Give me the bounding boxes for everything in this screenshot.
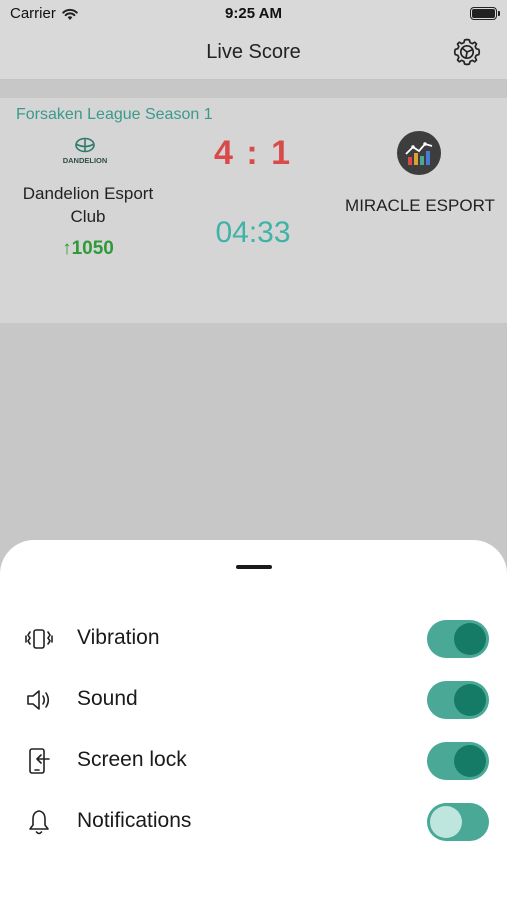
navigation-bar: Live Score [0,28,507,80]
vibration-toggle[interactable] [427,620,489,658]
settings-sheet: Vibration Sound Screen lock Notification… [0,540,507,900]
notifications-toggle[interactable] [427,803,489,841]
status-time: 9:25 AM [225,5,282,22]
screen-lock-icon [29,748,50,774]
setting-row-sound: Sound [0,675,507,725]
match-score: 4 : 1 [213,134,293,172]
league-title: Forsaken League Season 1 [16,106,213,123]
sheet-grabber[interactable] [236,565,272,569]
team-left-rank: ↑1050 [62,238,114,259]
battery-icon [470,7,500,20]
setting-row-screen-lock: Screen lock [0,736,507,786]
screen-lock-toggle[interactable] [427,742,489,780]
toggle-knob [454,745,486,777]
dandelion-logo: DANDELION [63,137,108,165]
bell-icon [29,810,49,835]
setting-label: Sound [77,687,138,710]
toggle-knob [454,623,486,655]
team-left-name: Dandelion Esport Club [22,184,154,226]
setting-label: Vibration [77,626,160,649]
match-card[interactable]: Forsaken League Season 1 DANDELION Dande… [0,98,507,323]
dandelion-logo-text: DANDELION [63,156,108,165]
miracle-esport-logo [397,131,441,175]
page-title: Live Score [206,41,301,63]
toggle-knob [454,684,486,716]
team-right-name: MIRACLE ESPORT [345,196,495,215]
match-timer: 04:33 [215,216,291,249]
setting-row-notifications: Notifications [0,797,507,847]
speaker-icon [27,690,50,710]
status-bar: Carrier 9:25 AM [0,0,507,28]
setting-label: Screen lock [77,748,187,771]
setting-label: Notifications [77,809,192,832]
vibration-icon [25,629,53,649]
gear-icon[interactable] [451,36,483,68]
sound-toggle[interactable] [427,681,489,719]
toggle-knob [430,806,462,838]
setting-row-vibration: Vibration [0,614,507,664]
